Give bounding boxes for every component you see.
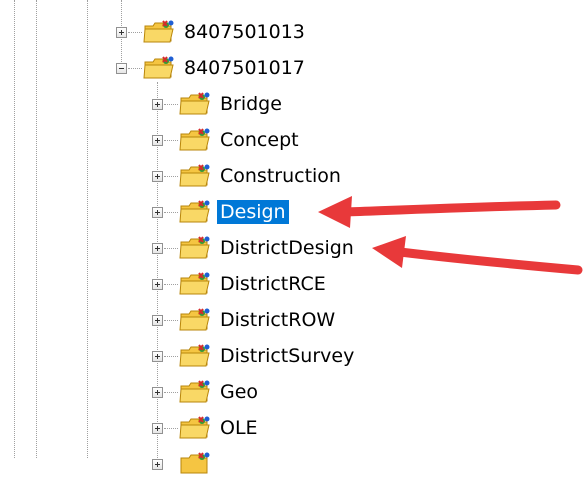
tree-node-label: Bridge [220,93,282,115]
plus-box-icon[interactable] [152,387,163,398]
tree-node-label: Concept [220,129,299,151]
plus-box-icon[interactable] [152,135,163,146]
shared-folder-icon [179,236,210,259]
shared-folder-icon [180,452,210,474]
tree-connector [164,140,178,141]
minus-box-icon[interactable] [116,63,127,74]
tree-node-label: DistrictRCE [220,273,326,295]
plus-box-icon[interactable] [152,351,163,362]
plus-box-icon[interactable] [152,315,163,326]
tree-connector [164,176,178,177]
tree-connector [164,248,178,249]
plus-box-icon[interactable] [152,207,163,218]
tree-connector [164,104,178,105]
tree-node-label: Geo [220,381,259,403]
shared-folder-icon [179,308,210,331]
tree-connector [164,212,178,213]
tree-connector [164,428,178,429]
folder-tree: 8407501013 8407501017 Bridge Concept Const… [0,0,585,474]
plus-box-icon[interactable] [152,171,163,182]
shared-folder-icon [179,128,210,151]
plus-box-icon[interactable] [152,243,163,254]
tree-guide-line [14,0,15,458]
tree-node-label: OLE [220,417,258,439]
shared-folder-icon [179,92,210,115]
tree-connector [164,284,178,285]
tree-connector [128,68,142,69]
shared-folder-icon [179,272,210,295]
tree-node-label: DistrictSurvey [220,345,355,367]
tree-guide-line [36,0,37,458]
tree-node-label: 8407501013 [184,21,305,43]
tree-connector [164,392,178,393]
plus-box-icon[interactable] [152,279,163,290]
shared-folder-icon [179,344,210,367]
tree-node-label: Construction [220,165,341,187]
tree-node-label: DistrictROW [220,309,336,331]
arrow-to-design [318,196,561,228]
shared-folder-icon [179,200,210,223]
shared-folder-icon [179,416,210,439]
plus-box-icon[interactable] [116,27,127,38]
shared-folder-icon [179,164,210,187]
tree-guide-line [87,0,88,458]
tree-node-label: Design [217,200,289,224]
plus-box-icon[interactable] [152,99,163,110]
plus-box-icon[interactable] [152,459,163,470]
tree-connector [128,32,142,33]
plus-box-icon[interactable] [152,423,163,434]
arrow-to-districtdesign [372,236,583,275]
tree-connector [164,320,178,321]
shared-folder-icon [179,380,210,403]
tree-connector [164,356,178,357]
shared-folder-icon [143,56,174,79]
shared-folder-icon [143,20,174,43]
tree-node-label: 8407501017 [184,57,305,79]
tree-node-label: DistrictDesign [220,237,354,259]
